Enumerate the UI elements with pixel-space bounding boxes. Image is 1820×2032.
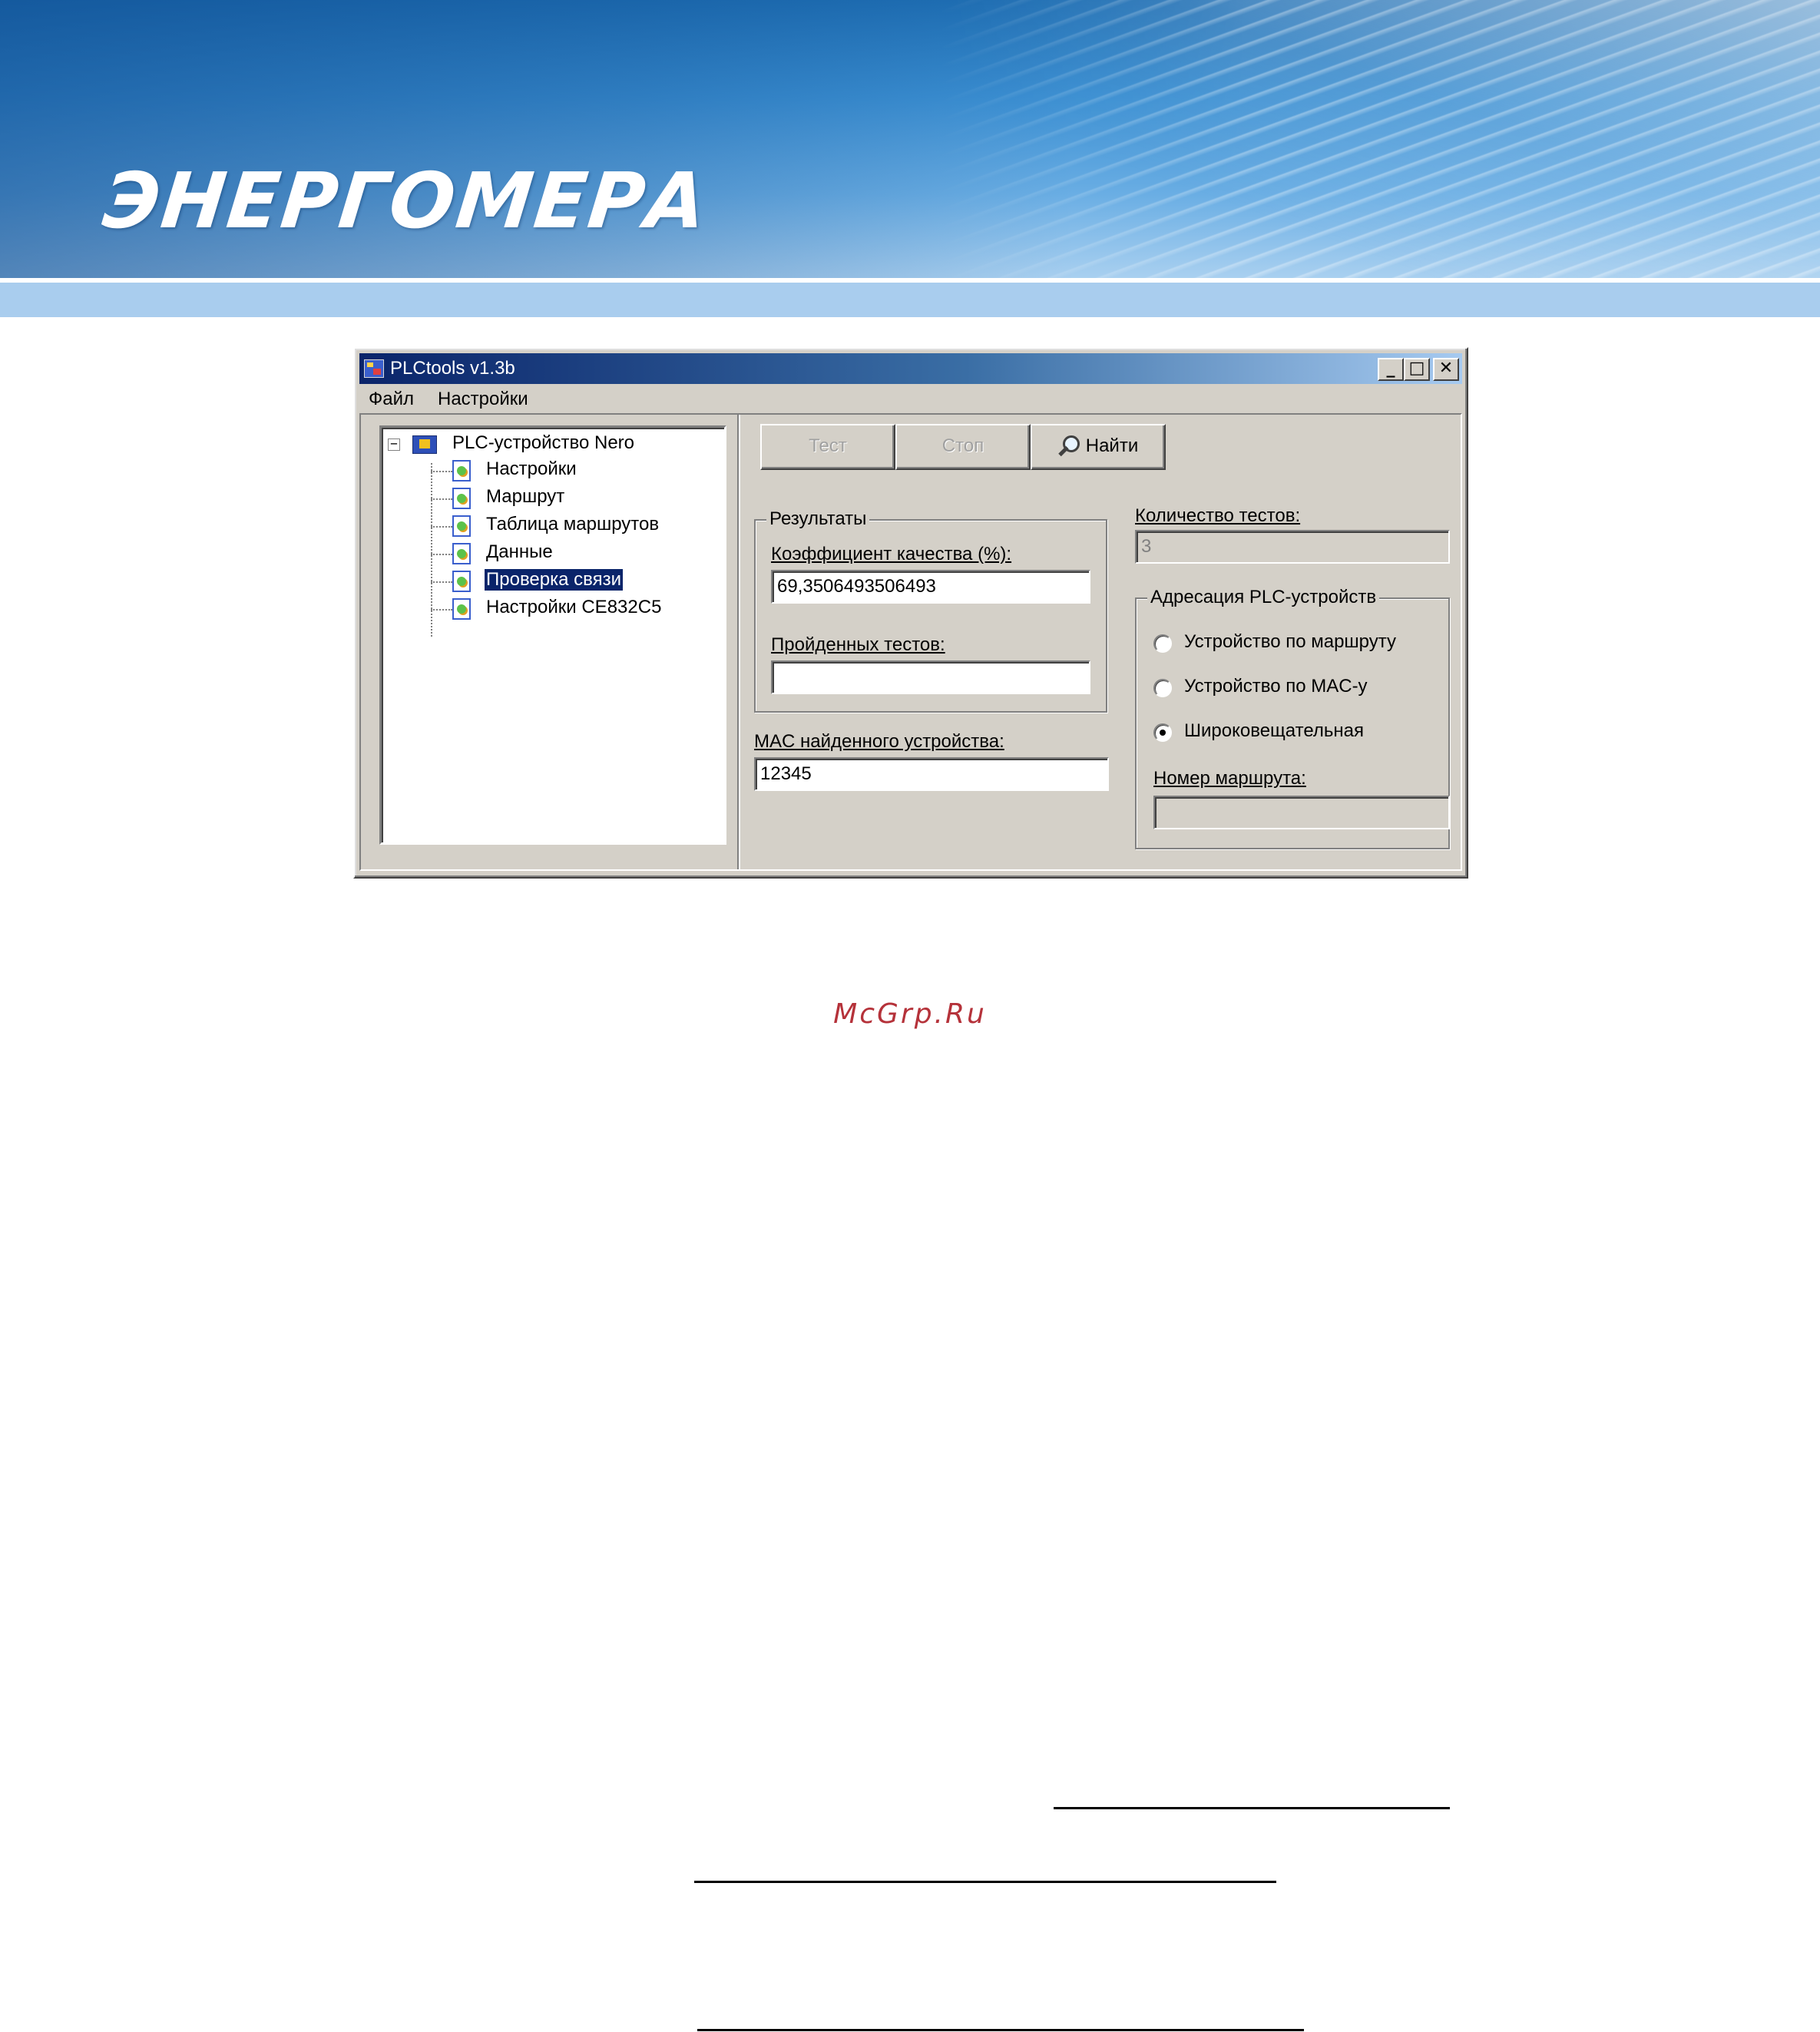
tree-item-label: Данные	[486, 541, 553, 562]
title-bar[interactable]: PLCtools v1.3b _ □ ✕	[359, 353, 1462, 384]
banner-stripe	[0, 283, 1820, 317]
tree-item-label: Настройки	[486, 458, 577, 479]
radio-label: Устройство по маршруту	[1184, 631, 1397, 652]
stop-button[interactable]: Стоп	[895, 424, 1031, 470]
page-icon	[452, 488, 471, 509]
menu-settings[interactable]: Настройки	[438, 389, 528, 410]
banner-streaks	[937, 0, 1820, 278]
find-button[interactable]: Найти	[1031, 424, 1166, 470]
pane-splitter[interactable]	[737, 415, 740, 869]
radio-label: Широковещательная	[1184, 720, 1364, 741]
radio-button[interactable]	[1153, 634, 1172, 653]
minimize-button[interactable]: _	[1378, 358, 1404, 381]
tree-connector	[431, 463, 432, 637]
signature-line	[694, 1881, 1276, 1883]
header-banner: ЭНЕРГОМЕРА	[0, 0, 1820, 278]
tree-item-label: Настройки CE832C5	[486, 597, 662, 617]
mac-label: MAC найденного устройства:	[754, 731, 1004, 752]
radio-button[interactable]	[1153, 723, 1172, 742]
app-window: PLCtools v1.3b _ □ ✕ Файл Настройки − PL…	[353, 347, 1468, 879]
mac-field[interactable]: 12345	[754, 757, 1109, 791]
tests-count-field[interactable]: 3	[1135, 530, 1450, 564]
quality-label: Коэффициент качества (%):	[771, 544, 1012, 564]
device-icon	[412, 435, 437, 454]
passed-tests-field[interactable]	[771, 660, 1090, 694]
watermark: McGrp.Ru	[833, 998, 987, 1030]
page-icon	[452, 460, 471, 482]
addressing-group-title: Адресация PLC-устройств	[1147, 587, 1380, 608]
signature-line	[1054, 1807, 1450, 1809]
tree-item-label: Маршрут	[486, 486, 565, 507]
page-icon	[452, 515, 471, 537]
tests-count-label: Количество тестов:	[1135, 505, 1301, 526]
window-title: PLCtools v1.3b	[390, 358, 515, 379]
page-icon	[452, 571, 471, 592]
tree-item-label: Таблица маршрутов	[486, 514, 660, 534]
route-number-label: Номер маршрута:	[1153, 768, 1306, 789]
test-button[interactable]: Тест	[760, 424, 895, 470]
brand-logo: ЭНЕРГОМЕРА	[98, 156, 713, 246]
find-button-label: Найти	[1085, 435, 1139, 456]
radio-button[interactable]	[1153, 679, 1172, 697]
search-icon	[1058, 435, 1080, 458]
collapse-toggle-icon[interactable]: −	[388, 438, 400, 451]
maximize-button[interactable]: □	[1404, 358, 1430, 381]
results-group: Результаты Коэффициент качества (%): 69,…	[754, 508, 1107, 713]
radio-label: Устройство по MAC-у	[1184, 676, 1368, 697]
signature-line	[697, 2029, 1304, 2031]
menu-file[interactable]: Файл	[369, 389, 414, 410]
passed-tests-label: Пройденных тестов:	[771, 634, 945, 655]
tree-item-label: Проверка связи	[483, 568, 624, 591]
client-area: − PLC-устройство Nero Настройки Маршрут …	[359, 413, 1462, 871]
device-tree[interactable]: − PLC-устройство Nero Настройки Маршрут …	[379, 425, 726, 845]
page-icon	[452, 598, 471, 620]
addressing-group: Адресация PLC-устройств Устройство по ма…	[1135, 587, 1450, 849]
tree-root-label: PLC-устройство Nero	[452, 432, 635, 453]
quality-field[interactable]: 69,3506493506493	[771, 570, 1090, 604]
results-group-title: Результаты	[766, 508, 870, 530]
app-icon[interactable]	[364, 359, 384, 378]
route-number-field[interactable]	[1153, 796, 1450, 829]
page-icon	[452, 543, 471, 564]
close-button[interactable]: ✕	[1433, 358, 1459, 381]
